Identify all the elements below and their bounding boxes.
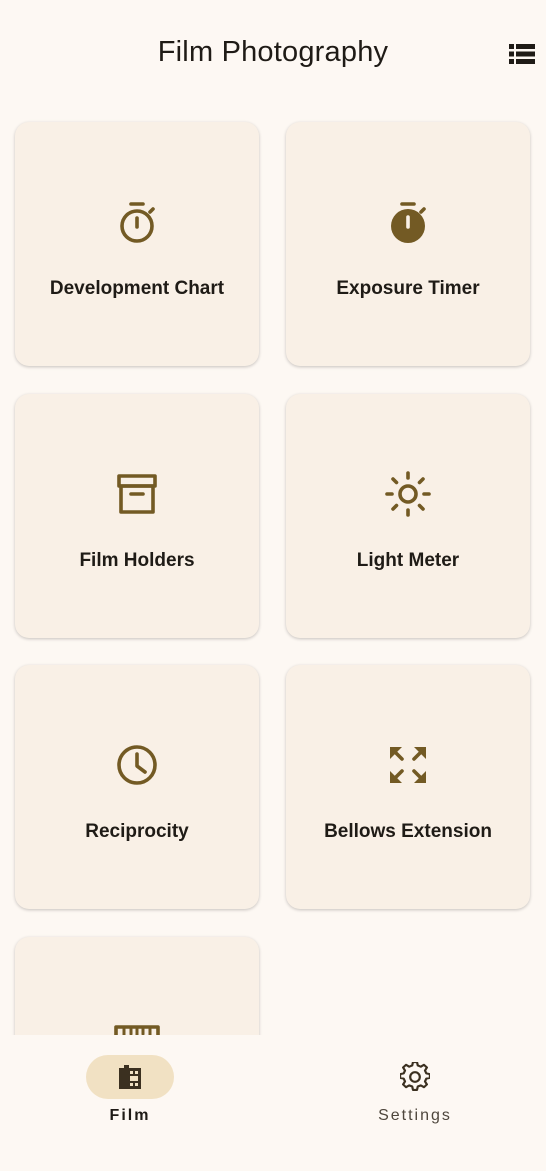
card-reciprocity[interactable]: Reciprocity [15, 665, 259, 909]
archive-icon [15, 472, 259, 516]
card-bellows-extension[interactable]: Bellows Extension [286, 665, 530, 909]
tools-grid: Development Chart Exposure Timer Film Ho… [0, 110, 546, 1035]
ruler-icon [15, 1015, 259, 1035]
nav-label-film: Film [109, 1107, 151, 1124]
card-label: Development Chart [49, 278, 225, 299]
nav-item-settings[interactable]: Settings [273, 1035, 546, 1171]
view-toggle-button[interactable] [506, 38, 538, 70]
nav-item-film[interactable]: Film [0, 1035, 273, 1171]
sun-icon [286, 471, 530, 517]
timer-outline-icon [15, 200, 259, 244]
gear-icon [371, 1055, 459, 1099]
card-exposure-timer[interactable]: Exposure Timer [286, 122, 530, 366]
card-label: Exposure Timer [336, 278, 480, 299]
top-app-bar: Film Photography [0, 0, 546, 110]
film-roll-icon [86, 1055, 174, 1099]
card-light-meter[interactable]: Light Meter [286, 394, 530, 638]
card-label: Bellows Extension [324, 821, 492, 842]
bottom-navigation: Film Settings [0, 1035, 546, 1171]
card-ruler[interactable] [15, 937, 259, 1035]
nav-label-settings: Settings [378, 1107, 452, 1124]
card-film-holders[interactable]: Film Holders [15, 394, 259, 638]
card-development-chart[interactable]: Development Chart [15, 122, 259, 366]
card-label: Reciprocity [85, 821, 189, 842]
card-label: Light Meter [356, 550, 460, 571]
expand-icon [286, 743, 530, 787]
clock-icon [15, 743, 259, 787]
page-title: Film Photography [157, 36, 389, 68]
card-label: Film Holders [79, 550, 195, 571]
view-list-icon [509, 44, 535, 64]
timer-filled-icon [286, 200, 530, 244]
